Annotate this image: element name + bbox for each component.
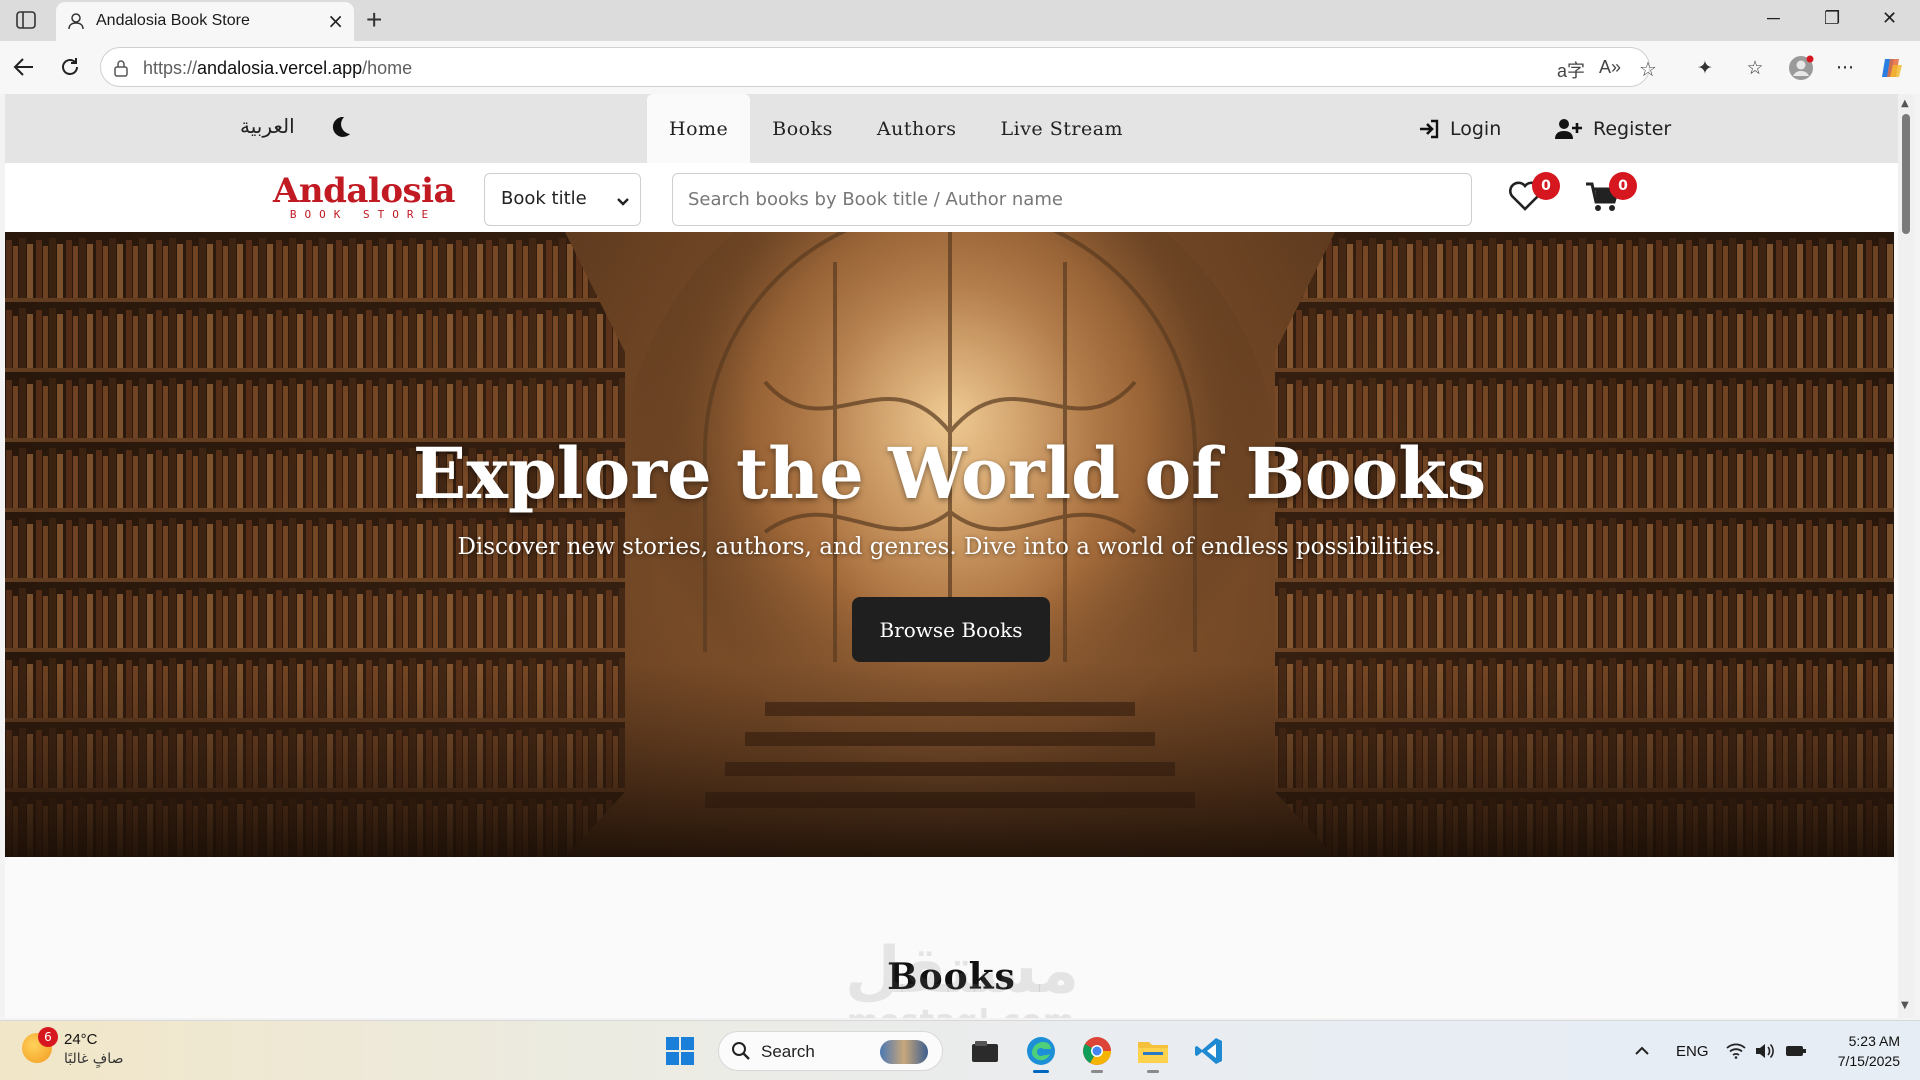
user-favicon-icon [67,12,85,34]
profile-avatar-icon[interactable] [1788,55,1814,81]
folder-icon[interactable] [1128,1027,1178,1075]
register-link[interactable]: Register [1555,94,1671,163]
nav-books[interactable]: Books [750,94,855,163]
scroll-thumb[interactable] [1902,114,1910,234]
tab-close-icon[interactable]: × [327,11,344,31]
search-type-select[interactable]: Book title [484,173,641,226]
top-navbar: العربية Home Books Authors Live Stream L… [5,94,1898,163]
scroll-down-icon[interactable]: ▼ [1901,1000,1909,1011]
browser-toolbar: https://andalosia.vercel.app/home a字 A» … [0,41,1920,94]
login-label: Login [1450,117,1502,140]
browser-tab-active[interactable]: Andalosia Book Store × [56,2,354,41]
chrome-icon[interactable] [1072,1027,1122,1075]
weather-temp: 24°C [64,1031,98,1048]
search-icon [731,1041,751,1065]
file-explorer-dark-icon[interactable] [960,1027,1010,1075]
tab-title: Andalosia Book Store [96,12,250,29]
nav-home[interactable]: Home [647,94,751,163]
dark-mode-moon-icon[interactable] [327,114,355,142]
taskbar-search[interactable]: Search [718,1031,943,1071]
browse-books-button[interactable]: Browse Books [852,597,1050,662]
edge-browser-icon[interactable] [1016,1027,1066,1075]
open-app-indicator [1091,1070,1103,1073]
favorite-star-icon[interactable]: ☆ [1639,57,1657,82]
login-icon [1420,119,1439,138]
copilot-icon[interactable] [1879,55,1905,81]
new-tab-icon[interactable]: + [366,6,382,34]
address-bar[interactable]: https://andalosia.vercel.app/home a字 A» … [100,47,1657,87]
search-header: Andalosia BOOK STORE Book title 0 0 [5,163,1898,232]
browser-tabstrip: Andalosia Book Store × + ─ ❐ ✕ [0,0,1920,41]
open-app-indicator [1147,1070,1159,1073]
watermark-latin: mostaql.com [847,1004,1075,1018]
clock-date: 7/15/2025 [1837,1053,1900,1069]
scroll-up-icon[interactable]: ▲ [1901,98,1909,109]
cart-button[interactable]: 0 [1585,172,1637,221]
search-highlight-image [880,1040,928,1064]
login-link[interactable]: Login [1418,94,1501,163]
favorites-icon[interactable]: ☆ [1742,55,1768,81]
page-scrollbar[interactable]: ▲ ▼ [1898,94,1914,1018]
volume-icon[interactable] [1755,1021,1775,1080]
read-aloud-icon[interactable]: A» [1599,57,1621,78]
taskbar-clock[interactable]: 5:23 AM 7/15/2025 [1820,1031,1900,1071]
weather-badge: 6 [38,1027,58,1047]
weather-widget[interactable]: 6 24°C صافٍ غالبًا [22,1027,142,1073]
minimize-icon[interactable]: ─ [1767,8,1780,29]
search-input[interactable] [672,173,1472,226]
brand-logo[interactable]: Andalosia BOOK STORE [273,171,456,221]
logo-subtext: BOOK STORE [289,208,437,221]
nav-live-stream[interactable]: Live Stream [979,94,1146,163]
battery-icon[interactable] [1785,1021,1807,1080]
wishlist-count-badge: 0 [1532,172,1560,200]
refresh-icon[interactable] [56,53,84,81]
site-info-icon[interactable] [113,59,129,81]
translate-icon[interactable]: a字 [1557,57,1585,83]
hero-title: Explore the World of Books [412,432,1487,515]
sidebar-toggle-icon[interactable] [14,9,38,31]
extensions-icon[interactable]: ✦ [1692,55,1718,81]
wifi-icon[interactable] [1726,1021,1746,1080]
show-hidden-icons[interactable] [1634,1021,1650,1080]
search-type-value: Book title [501,188,587,209]
url-text: https://andalosia.vercel.app/home [143,58,413,78]
restore-icon[interactable]: ❐ [1824,8,1840,29]
register-label: Register [1593,117,1672,140]
input-language[interactable]: ENG [1676,1021,1709,1080]
hero-banner: Explore the World of Books Discover new … [5,232,1894,857]
nav-authors[interactable]: Authors [855,94,979,163]
cart-count-badge: 0 [1609,172,1637,200]
user-plus-icon [1555,118,1582,139]
weather-condition: صافٍ غالبًا [64,1051,124,1067]
watermark-arabic: مستقل [845,934,1080,1008]
more-options-icon[interactable]: ··· [1832,55,1858,81]
logo-text: Andalosia [273,171,456,211]
close-window-icon[interactable]: ✕ [1882,8,1897,29]
vscode-icon[interactable] [1184,1027,1234,1075]
language-toggle[interactable]: العربية [240,114,295,138]
main-nav: Home Books Authors Live Stream [647,94,1145,163]
hero-subtitle: Discover new stories, authors, and genre… [457,534,1442,560]
wishlist-button[interactable]: 0 [1508,172,1560,221]
active-app-indicator [1033,1070,1049,1073]
back-icon[interactable] [10,53,38,81]
page-viewport: العربية Home Books Authors Live Stream L… [5,94,1898,1018]
taskbar-center: Search [660,1027,1237,1075]
windows-taskbar: 6 24°C صافٍ غالبًا Search ENG 5:23 AM 7/… [0,1020,1920,1080]
taskbar-search-label: Search [761,1042,815,1061]
clock-time: 5:23 AM [1848,1033,1900,1049]
chevron-down-icon [616,192,630,211]
windows-start-icon[interactable] [660,1031,700,1071]
